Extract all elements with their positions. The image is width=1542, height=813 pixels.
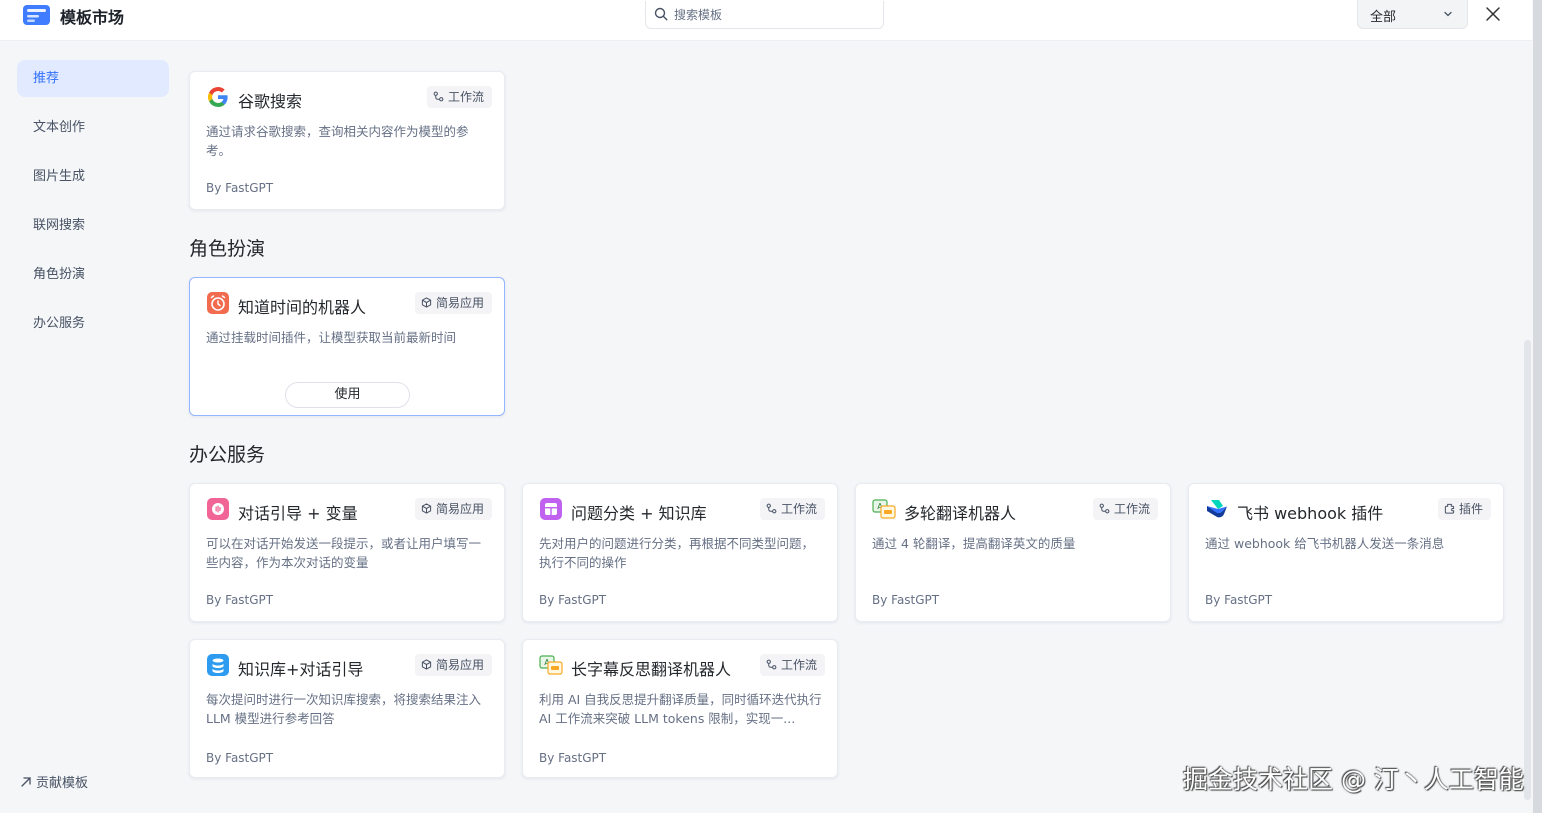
card-description: 利用 AI 自我反思提升翻译质量，同时循环迭代执行 AI 工作流来突破 LLM … [539, 692, 822, 726]
card-type-label: 简易应用 [435, 296, 484, 310]
card-title: 知识库+对话引导 [238, 660, 364, 679]
card-author: By FastGPT [1205, 593, 1273, 607]
google-icon [208, 87, 228, 107]
card-author: By FastGPT [872, 593, 940, 607]
workflow-icon [766, 659, 777, 670]
card-type-label: 插件 [1458, 502, 1483, 516]
chevron-down-icon [1444, 11, 1452, 17]
plugin-icon [1444, 503, 1455, 514]
card-title: 谷歌搜索 [238, 92, 303, 111]
sidebar-item-text-creation[interactable]: 文本创作 [17, 109, 169, 146]
sidebar-item-recommend[interactable]: 推荐 [17, 60, 169, 97]
watermark: 掘金技术社区 @ 汀丶人工智能 [1183, 765, 1524, 794]
card-type-tag: 工作流 [759, 654, 825, 676]
card-type-label: 工作流 [1113, 502, 1150, 516]
card-title: 知道时间的机器人 [238, 298, 367, 317]
card-author: By FastGPT [539, 593, 607, 607]
sidebar-item-web-search[interactable]: 联网搜索 [17, 207, 169, 244]
contribute-template-link[interactable]: 贡献模板 [20, 772, 88, 791]
card-type-tag: 工作流 [1092, 498, 1158, 520]
search-input[interactable] [674, 6, 874, 24]
card-type-label: 简易应用 [435, 658, 484, 672]
sidebar-item-role-play[interactable]: 角色扮演 [17, 256, 169, 293]
database-icon [207, 654, 229, 676]
template-card-multi-round-translate[interactable]: A 多轮翻译机器人 工作流 通过 4 轮翻译，提高翻译英文的质量 By Fast… [855, 483, 1171, 622]
card-type-tag: 简易应用 [414, 654, 492, 676]
translate-icon: A [872, 499, 896, 519]
template-card-question-classify[interactable]: 问题分类 + 知识库 工作流 先对用户的问题进行分类，再根据不同类型问题，执行不… [522, 483, 838, 622]
template-card-time-robot[interactable]: 知道时间的机器人 简易应用 通过挂载时间插件，让模型获取当前最新时间 使用 [189, 277, 505, 416]
type-filter-select[interactable]: 全部 [1357, 0, 1468, 29]
card-author: By FastGPT [539, 751, 607, 765]
card-author: By FastGPT [206, 751, 274, 765]
search-box[interactable] [645, 1, 884, 29]
template-market-logo-icon [23, 5, 50, 25]
cube-icon [421, 297, 432, 308]
scrollbar-edge [1533, 0, 1542, 813]
card-type-tag: 简易应用 [414, 498, 492, 520]
section-title-office: 办公服务 [189, 444, 266, 466]
close-icon[interactable] [1485, 6, 1501, 22]
section-title-role-play: 角色扮演 [189, 238, 266, 260]
workflow-icon [766, 503, 777, 514]
card-title: 问题分类 + 知识库 [571, 504, 707, 523]
card-type-label: 简易应用 [435, 502, 484, 516]
search-icon [654, 7, 668, 21]
card-author: By FastGPT [206, 181, 274, 195]
card-type-tag: 简易应用 [414, 292, 492, 314]
card-description: 通过挂载时间插件，让模型获取当前最新时间 [206, 330, 457, 345]
translate-icon: A [539, 655, 563, 675]
sidebar-item-image-generation[interactable]: 图片生成 [17, 158, 169, 195]
card-title: 多轮翻译机器人 [904, 504, 1017, 523]
chat-guide-icon [207, 498, 229, 520]
card-description: 先对用户的问题进行分类，再根据不同类型问题，执行不同的操作 [539, 536, 815, 570]
alarm-clock-icon [207, 292, 229, 314]
card-type-label: 工作流 [447, 90, 484, 104]
page-title: 模板市场 [60, 8, 125, 27]
cube-icon [421, 659, 432, 670]
workflow-icon [433, 91, 444, 102]
card-type-tag: 工作流 [759, 498, 825, 520]
template-card-google-search[interactable]: 谷歌搜索 工作流 通过请求谷歌搜索，查询相关内容作为模型的参考。 By Fast… [189, 71, 505, 210]
top-bar: 模板市场 全部 [0, 0, 1532, 41]
card-description: 可以在对话开始发送一段提示，或者让用户填写一些内容，作为本次对话的变量 [206, 536, 482, 570]
contribute-template-label: 贡献模板 [36, 776, 89, 791]
use-template-button[interactable]: 使用 [285, 382, 410, 408]
card-description: 通过 4 轮翻译，提高翻译英文的质量 [872, 536, 1076, 551]
template-card-kb-chat-guide[interactable]: 知识库+对话引导 简易应用 每次提问时进行一次知识库搜索，将搜索结果注入 LLM… [189, 639, 505, 778]
template-card-feishu-webhook[interactable]: 飞书 webhook 插件 插件 通过 webhook 给飞书机器人发送一条消息… [1188, 483, 1504, 622]
feishu-icon [1207, 500, 1227, 518]
card-title: 对话引导 + 变量 [238, 504, 358, 523]
template-card-chat-guide-variable[interactable]: 对话引导 + 变量 简易应用 可以在对话开始发送一段提示，或者让用户填写一些内容… [189, 483, 505, 622]
card-description: 通过 webhook 给飞书机器人发送一条消息 [1205, 536, 1445, 551]
card-type-label: 工作流 [780, 658, 817, 672]
classify-icon [540, 498, 562, 520]
card-type-tag: 插件 [1437, 498, 1491, 520]
template-card-long-subtitle-translate[interactable]: A 长字幕反思翻译机器人 工作流 利用 AI 自我反思提升翻译质量，同时循环迭代… [522, 639, 838, 778]
type-filter-value: 全部 [1370, 10, 1397, 25]
cube-icon [421, 503, 432, 514]
card-title: 飞书 webhook 插件 [1237, 504, 1384, 523]
card-author: By FastGPT [206, 593, 274, 607]
card-description: 每次提问时进行一次知识库搜索，将搜索结果注入 LLM 模型进行参考回答 [206, 692, 482, 726]
scrollbar-thumb[interactable] [1524, 340, 1531, 800]
card-type-tag: 工作流 [426, 86, 492, 108]
arrow-up-right-icon [21, 777, 31, 787]
card-type-label: 工作流 [780, 502, 817, 516]
sidebar-item-office[interactable]: 办公服务 [17, 305, 169, 342]
card-description: 通过请求谷歌搜索，查询相关内容作为模型的参考。 [206, 124, 469, 158]
workflow-icon [1099, 503, 1110, 514]
card-title: 长字幕反思翻译机器人 [571, 660, 732, 679]
